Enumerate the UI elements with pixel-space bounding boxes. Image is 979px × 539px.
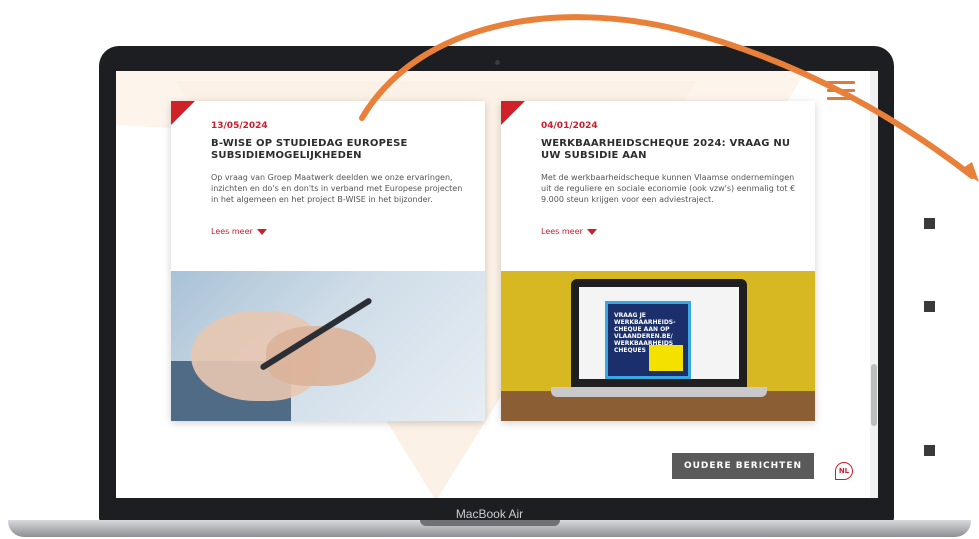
news-image-pen-hands[interactable] [171, 271, 485, 421]
bullet-square-icon [924, 301, 935, 312]
news-title[interactable]: WERKBAARHEIDSCHEQUE 2024: VRAAG NU UW SU… [541, 138, 797, 162]
news-card-2[interactable]: 04/01/2024 WERKBAARHEIDSCHEQUE 2024: VRA… [501, 101, 815, 421]
news-date: 04/01/2024 [541, 121, 598, 131]
hamburger-menu-icon[interactable] [827, 81, 855, 103]
news-card-1[interactable]: 13/05/2024 B-WISE OP STUDIEDAG EUROPESE … [171, 101, 485, 421]
caret-down-icon [256, 228, 267, 235]
browser-screen: 13/05/2024 B-WISE OP STUDIEDAG EUROPESE … [116, 71, 878, 498]
language-switch[interactable]: NL [835, 462, 853, 480]
read-more-link[interactable]: Lees meer [211, 227, 267, 236]
laptop-model-label: MacBook Air [455, 507, 524, 521]
caret-down-icon [586, 228, 597, 235]
arrow-head-icon [960, 162, 979, 182]
corner-flag [501, 101, 525, 125]
scrollbar[interactable] [870, 71, 878, 498]
corner-flag [171, 101, 195, 125]
news-date: 13/05/2024 [211, 121, 268, 131]
news-excerpt: Op vraag van Groep Maatwerk deelden we o… [211, 173, 463, 204]
read-more-label: Lees meer [211, 227, 253, 236]
news-image-laptop[interactable]: VRAAG JE WERKBAARHEIDS-CHEQUE AAN OP VLA… [501, 271, 815, 421]
read-more-label: Lees meer [541, 227, 583, 236]
bullet-square-icon [924, 445, 935, 456]
bullet-square-icon [924, 218, 935, 229]
scrollbar-thumb[interactable] [871, 364, 877, 426]
news-title[interactable]: B-WISE OP STUDIEDAG EUROPESE SUBSIDIEMOG… [211, 138, 467, 162]
read-more-link[interactable]: Lees meer [541, 227, 597, 236]
camera-icon [495, 60, 500, 65]
news-excerpt: Met de werkbaarheidscheque kunnen Vlaams… [541, 173, 796, 204]
older-posts-button[interactable]: OUDERE BERICHTEN [672, 453, 814, 479]
